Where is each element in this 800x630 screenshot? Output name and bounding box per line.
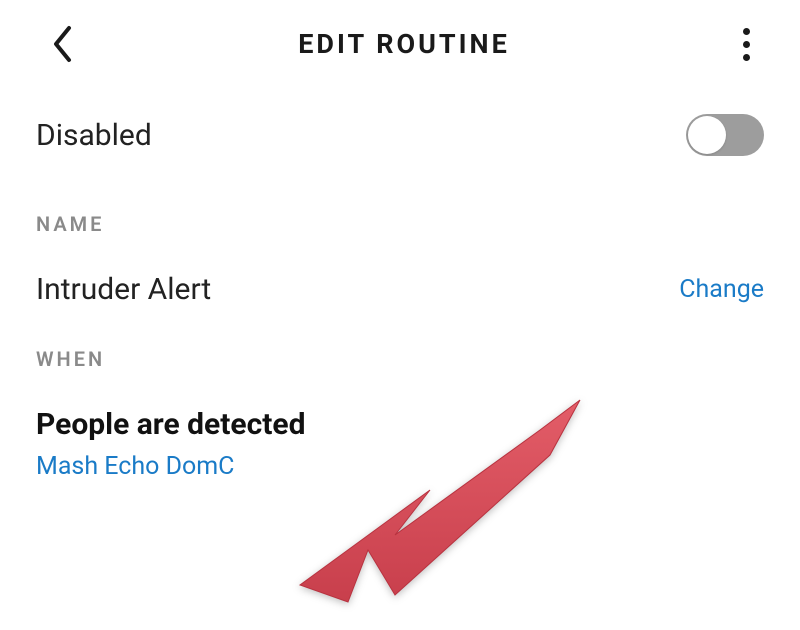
more-vertical-icon [743, 28, 750, 35]
name-section-label: NAME [0, 180, 800, 244]
page-title: EDIT ROUTINE [84, 28, 724, 60]
when-device-link[interactable]: Mash Echo DomC [36, 452, 764, 481]
more-menu-button[interactable] [724, 22, 768, 66]
toggle-knob [688, 116, 726, 154]
when-section-label: WHEN [0, 315, 800, 379]
back-button[interactable] [40, 22, 84, 66]
routine-name: Intruder Alert [36, 272, 211, 307]
status-row: Disabled [0, 90, 800, 180]
change-name-link[interactable]: Change [679, 275, 764, 304]
chevron-left-icon [51, 25, 73, 63]
name-row: Intruder Alert Change [0, 244, 800, 315]
status-label: Disabled [36, 118, 152, 153]
header: EDIT ROUTINE [0, 0, 800, 90]
enable-toggle[interactable] [686, 114, 764, 156]
when-trigger: People are detected [36, 407, 764, 442]
when-row[interactable]: People are detected Mash Echo DomC [0, 379, 800, 481]
